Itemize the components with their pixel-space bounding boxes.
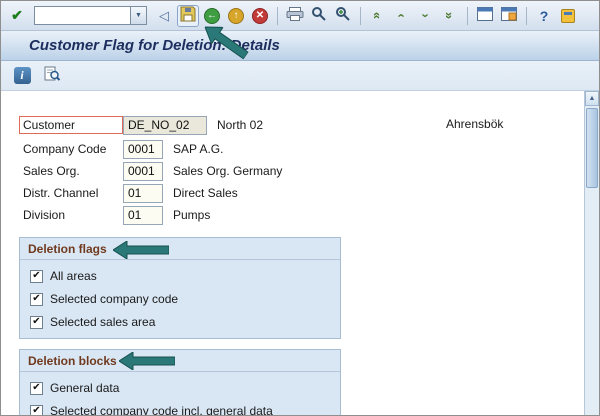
annotation-arrow-deletion-blocks bbox=[119, 352, 175, 370]
toolbar-separator bbox=[526, 6, 527, 25]
search-next-icon bbox=[335, 6, 351, 25]
selected-company-incl-general-checkbox[interactable]: ✔ bbox=[30, 404, 43, 415]
command-field: ▼ bbox=[34, 6, 147, 25]
display-overview-button[interactable] bbox=[41, 65, 63, 87]
previous-page-icon: ‹ bbox=[394, 13, 410, 18]
selected-sales-area-option: ✔ Selected sales area bbox=[30, 315, 330, 329]
document-search-icon bbox=[44, 66, 61, 85]
cancel-icon: ✕ bbox=[252, 7, 268, 24]
distr-channel-row: Distr. Channel 01 Direct Sales bbox=[19, 183, 579, 203]
deletion-flags-group: Deletion flags ✔ All areas ✔ Selected co… bbox=[19, 237, 341, 339]
print-button[interactable] bbox=[284, 5, 306, 27]
command-input[interactable] bbox=[34, 6, 130, 25]
command-dropdown-button[interactable]: ▼ bbox=[130, 6, 147, 25]
print-icon bbox=[286, 7, 304, 24]
help-icon: ? bbox=[539, 7, 549, 24]
scrollbar-thumb[interactable] bbox=[586, 108, 598, 188]
system-toolbar: ✔ ▼ ◁ ← ↑ ✕ « ‹ › » ? bbox=[1, 1, 599, 31]
form-area: Customer DE_NO_02 North 02 Ahrensbök Com… bbox=[1, 91, 599, 415]
division-description: Pumps bbox=[173, 208, 211, 222]
sales-org-input[interactable]: 0001 bbox=[123, 161, 163, 181]
distr-channel-label: Distr. Channel bbox=[23, 186, 99, 200]
company-code-row: Company Code 0001 SAP A.G. bbox=[19, 139, 579, 159]
general-data-option: ✔ General data bbox=[30, 381, 330, 395]
distr-channel-description: Direct Sales bbox=[173, 186, 238, 200]
cancel-button[interactable]: ✕ bbox=[249, 5, 271, 27]
toolbar-separator bbox=[467, 6, 468, 25]
title-bar: Customer Flag for Deletion: Details bbox=[1, 31, 599, 61]
sales-org-label: Sales Org. bbox=[23, 164, 80, 178]
customize-layout-button[interactable] bbox=[557, 5, 579, 27]
toolbar-separator bbox=[277, 6, 278, 25]
division-label: Division bbox=[23, 208, 66, 222]
selected-company-code-checkbox[interactable]: ✔ bbox=[30, 292, 43, 306]
last-page-icon: » bbox=[442, 11, 458, 20]
up-button[interactable]: ↑ bbox=[225, 5, 247, 27]
enter-button[interactable]: ✔ bbox=[6, 5, 28, 27]
back-icon: ◁ bbox=[159, 7, 169, 23]
division-input[interactable]: 01 bbox=[123, 205, 163, 225]
find-button[interactable] bbox=[308, 5, 330, 27]
selected-sales-area-checkbox[interactable]: ✔ bbox=[30, 315, 43, 329]
all-areas-label: All areas bbox=[50, 269, 97, 283]
general-data-checkbox[interactable]: ✔ bbox=[30, 381, 43, 395]
deletion-flags-title: Deletion flags bbox=[20, 238, 340, 260]
company-code-input[interactable]: 0001 bbox=[123, 139, 163, 159]
annotation-arrow-deletion-flags bbox=[113, 241, 169, 259]
chevron-down-icon: ▼ bbox=[135, 12, 142, 19]
customize-icon bbox=[561, 8, 575, 23]
customer-description: North 02 bbox=[217, 118, 264, 132]
general-data-label: General data bbox=[50, 381, 120, 395]
selected-company-incl-general-label: Selected company code incl. general data bbox=[50, 404, 273, 416]
search-icon bbox=[311, 6, 327, 25]
previous-page-button[interactable]: ‹ bbox=[391, 5, 413, 27]
selected-company-code-label: Selected company code bbox=[50, 292, 179, 306]
back-button[interactable]: ◁ bbox=[153, 5, 175, 27]
find-next-button[interactable] bbox=[332, 5, 354, 27]
save-icon bbox=[180, 6, 196, 25]
toolbar-separator bbox=[360, 6, 361, 25]
selected-sales-area-label: Selected sales area bbox=[50, 315, 156, 329]
customer-input[interactable]: DE_NO_02 bbox=[123, 115, 207, 135]
scroll-up-button[interactable]: ▲ bbox=[585, 91, 599, 106]
first-page-button[interactable]: « bbox=[367, 5, 389, 27]
company-code-label: Company Code bbox=[23, 142, 107, 156]
company-code-description: SAP A.G. bbox=[173, 142, 224, 156]
all-areas-option: ✔ All areas bbox=[30, 269, 330, 283]
deletion-flags-body: ✔ All areas ✔ Selected company code ✔ Se… bbox=[20, 260, 340, 337]
create-shortcut-button[interactable] bbox=[498, 5, 520, 27]
save-button[interactable] bbox=[177, 4, 199, 27]
next-page-icon: › bbox=[418, 13, 434, 18]
shortcut-icon bbox=[501, 7, 517, 24]
deletion-blocks-title: Deletion blocks bbox=[20, 350, 340, 372]
customer-row: Customer DE_NO_02 North 02 Ahrensbök bbox=[19, 115, 579, 135]
selected-company-incl-general-option: ✔ Selected company code incl. general da… bbox=[30, 404, 330, 416]
first-page-icon: « bbox=[370, 11, 386, 20]
distr-channel-input[interactable]: 01 bbox=[123, 183, 163, 203]
customer-label: Customer bbox=[19, 116, 123, 134]
help-button[interactable]: ? bbox=[533, 5, 555, 27]
application-toolbar: i bbox=[1, 61, 599, 91]
all-areas-checkbox[interactable]: ✔ bbox=[30, 269, 43, 283]
enter-icon: ✔ bbox=[11, 7, 23, 23]
selected-company-code-option: ✔ Selected company code bbox=[30, 292, 330, 306]
division-row: Division 01 Pumps bbox=[19, 205, 579, 225]
info-button[interactable]: i bbox=[11, 65, 33, 87]
deletion-blocks-body: ✔ General data ✔ Selected company code i… bbox=[20, 372, 340, 416]
deletion-blocks-group: Deletion blocks ✔ General data ✔ Selecte… bbox=[19, 349, 341, 416]
sap-window: ✔ ▼ ◁ ← ↑ ✕ « ‹ › » ? Customer Flag for … bbox=[0, 0, 600, 416]
up-icon: ↑ bbox=[228, 7, 244, 24]
last-page-button[interactable]: » bbox=[439, 5, 461, 27]
info-icon: i bbox=[13, 67, 31, 84]
next-page-button[interactable]: › bbox=[415, 5, 437, 27]
new-session-button[interactable] bbox=[474, 5, 496, 27]
scroll-up-icon: ▲ bbox=[588, 95, 596, 102]
sales-org-description: Sales Org. Germany bbox=[173, 164, 283, 178]
sales-org-row: Sales Org. 0001 Sales Org. Germany bbox=[19, 161, 579, 181]
customer-city: Ahrensbök bbox=[446, 117, 504, 131]
new-session-icon bbox=[477, 7, 493, 24]
vertical-scrollbar[interactable]: ▲ bbox=[584, 91, 599, 415]
